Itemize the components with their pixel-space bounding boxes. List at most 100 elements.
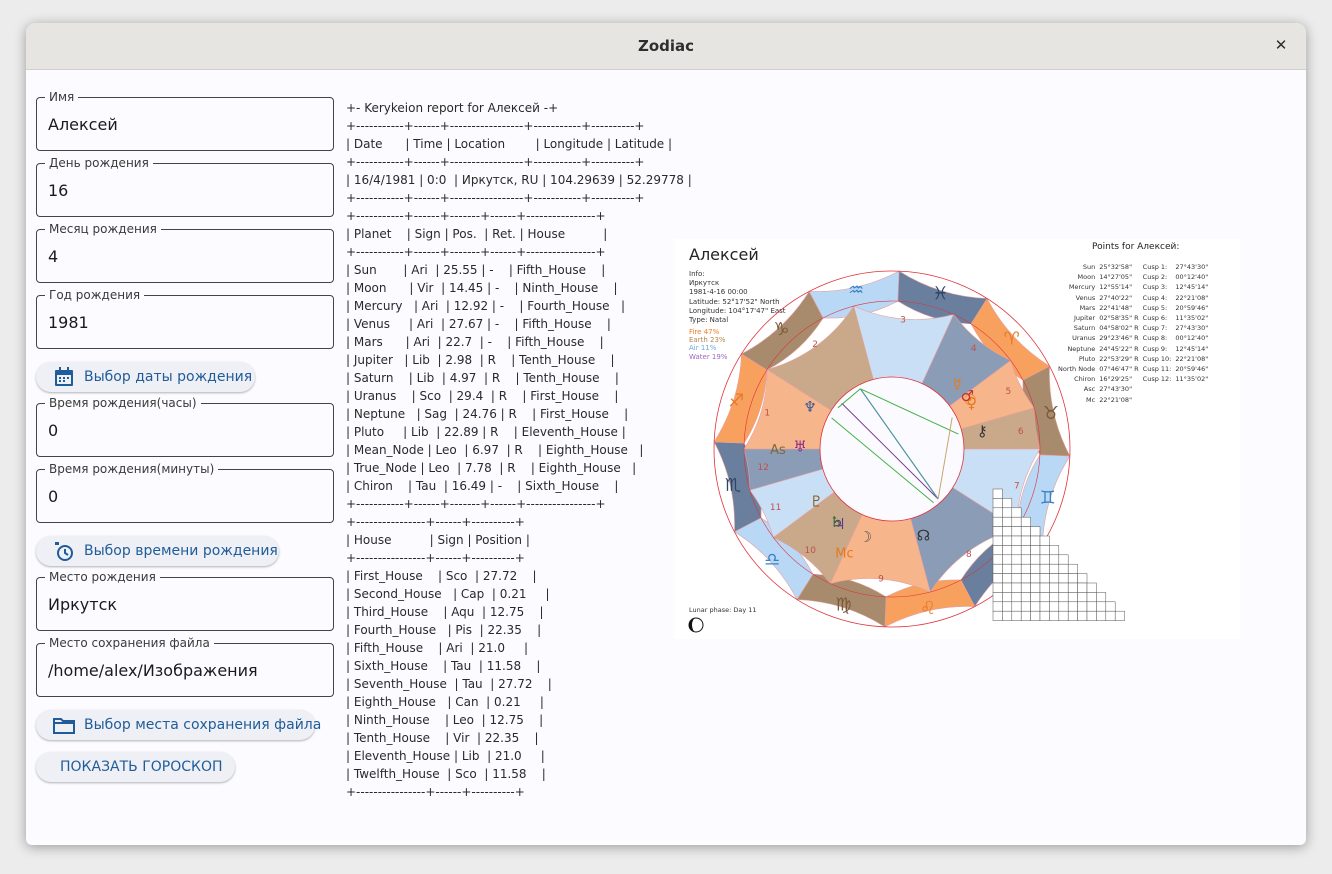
report-line: | Jupiter | Lib | 2.98 | R | Tenth_House… xyxy=(346,353,615,367)
moon-glyph: ☽ xyxy=(859,528,872,546)
house-number: 2 xyxy=(812,340,818,350)
aspect-grid-cell xyxy=(1105,610,1116,621)
aspect-grid-cell xyxy=(1020,610,1031,621)
aspect-grid-cell xyxy=(1020,535,1031,546)
cusp-position xyxy=(1173,384,1210,394)
aspect-grid-cell xyxy=(1039,545,1050,556)
aspect-grid-cell xyxy=(1049,545,1060,556)
aspect-grid-cell xyxy=(992,545,1003,556)
aspect-grid-cell xyxy=(1049,592,1060,603)
report-line: | Moon | Vir | 14.45 | - | Ninth_House | xyxy=(346,281,618,295)
point-position: 22°21'08" xyxy=(1099,395,1133,404)
cusp-name: Cusp 12: xyxy=(1142,375,1172,384)
aspect-grid-cell xyxy=(1039,582,1050,593)
aspect-grid-cell xyxy=(992,516,1003,527)
pick-date-button[interactable]: Выбор даты рождения xyxy=(36,362,255,392)
minutes-field[interactable]: Время рождения(минуты) 0 xyxy=(36,461,334,523)
aspect-grid-cell xyxy=(1020,545,1031,556)
aspect-grid-cell xyxy=(1058,610,1069,621)
aspect-grid-cell xyxy=(1030,554,1041,565)
aspect-grid-cell xyxy=(1030,535,1041,546)
aspect-grid-cell xyxy=(1020,516,1031,527)
cusp-name xyxy=(1141,384,1174,394)
aspect-grid-cell xyxy=(992,526,1003,537)
place-field[interactable]: Место рождения Иркутск xyxy=(36,569,334,631)
aspect-grid-cell xyxy=(1039,601,1050,612)
report-line: | Uranus | Sco | 29.4 | R | First_House … xyxy=(346,389,619,403)
folder-icon xyxy=(53,718,75,734)
point-name: Venus xyxy=(1075,293,1096,302)
aspect-grid-cell xyxy=(992,610,1003,621)
aspect-grid-cell xyxy=(1077,610,1088,621)
aspect-grid-cell xyxy=(1030,573,1041,584)
cusp-name: Cusp 5: xyxy=(1142,303,1168,312)
aspect-grid-cell xyxy=(1086,601,1097,612)
aspect-grid-cell xyxy=(1058,582,1069,593)
aspect-grid-cell xyxy=(1058,592,1069,603)
day-value: 16 xyxy=(48,181,69,200)
point-position: 22°41'48" xyxy=(1099,303,1133,312)
asc-label: As xyxy=(770,443,786,458)
calendar-icon xyxy=(55,367,73,386)
cusp-name: Cusp 9: xyxy=(1142,344,1168,353)
point-name: Moon xyxy=(1077,273,1096,282)
point-name: Pluto xyxy=(1078,354,1096,363)
report-line: | Date | Time | Location | Longitude | L… xyxy=(346,137,673,151)
point-row: Mercury 12°55'14" Cusp 3: 12°45'14" xyxy=(1056,282,1210,292)
aspect-grid-cell xyxy=(1002,573,1013,584)
close-icon[interactable]: ✕ xyxy=(1270,34,1292,56)
point-name: Mercury xyxy=(1068,283,1096,292)
aspect-grid-cell xyxy=(1039,554,1050,565)
name-field[interactable]: Имя Алексей xyxy=(36,89,334,151)
cusp-name: Cusp 11: xyxy=(1142,365,1172,374)
inner-circle xyxy=(819,376,965,522)
report-line: | Mercury | Ari | 12.92 | - | Fourth_Hou… xyxy=(346,299,625,313)
hours-label: Время рождения(часы) xyxy=(45,395,201,411)
pick-folder-button[interactable]: Выбор места сохранения файла xyxy=(36,710,321,740)
report-line: | Eighth_House | Can | 0.21 | xyxy=(346,695,544,709)
title-bar: Zodiac ✕ xyxy=(26,23,1306,70)
aspect-grid-cell xyxy=(992,488,1003,499)
point-position: 22°53'29" R xyxy=(1099,354,1139,363)
aspect-grid-cell xyxy=(1049,610,1060,621)
save-path-field[interactable]: Место сохранения файла /home/alex/Изобра… xyxy=(36,635,334,697)
aspect-grid-cell xyxy=(1002,563,1013,574)
point-position: 27°43'30" xyxy=(1099,385,1133,394)
aspect-grid-cell xyxy=(1077,573,1088,584)
neptune-glyph: ♆ xyxy=(803,398,816,416)
month-field[interactable]: Месяц рождения 4 xyxy=(36,221,334,283)
report-line: +-----------+------+-------+------+-----… xyxy=(346,497,606,511)
aspect-grid-cell xyxy=(1086,610,1097,621)
aspect-grid-cell xyxy=(1086,592,1097,603)
zodiac-sign-glyph: ♈ xyxy=(1004,328,1020,349)
report-line: | Fourth_House | Pis | 22.35 | xyxy=(346,623,542,637)
point-name: North Node xyxy=(1058,365,1096,374)
report-line: | Fifth_House | Ari | 21.0 | xyxy=(346,641,529,655)
report-line: | Sun | Ari | 25.55 | - | Fifth_House | xyxy=(346,263,606,277)
point-row: Moon 14°27'05" Cusp 2: 00°12'40" xyxy=(1056,272,1210,282)
day-field[interactable]: День рождения 16 xyxy=(36,155,334,217)
report-line: +- Kerykeion report for Алексей -+ xyxy=(346,101,559,115)
point-position: 16°29'25" xyxy=(1099,375,1133,384)
cusp-name: Cusp 10: xyxy=(1142,354,1172,363)
window-title: Zodiac xyxy=(637,37,695,55)
report-line: | Eleventh_House | Lib | 21.0 | xyxy=(346,749,545,763)
aspect-grid-cell xyxy=(1011,582,1022,593)
name-label: Имя xyxy=(45,89,79,105)
year-field[interactable]: Год рождения 1981 xyxy=(36,287,334,349)
hours-field[interactable]: Время рождения(часы) 0 xyxy=(36,395,334,457)
aspect-grid-cell xyxy=(1020,582,1031,593)
pick-time-button[interactable]: Выбор времени рождения xyxy=(36,536,279,566)
house-number: 5 xyxy=(1006,387,1012,397)
day-label: День рождения xyxy=(45,155,153,171)
aspect-grid xyxy=(992,488,1125,621)
cusp-position: 11°35'02" xyxy=(1175,314,1209,323)
point-position: 07°46'47" R xyxy=(1099,365,1139,374)
point-row: Jupiter 02°58'35" R Cusp 6: 11°35'02" xyxy=(1056,313,1210,323)
pluto-glyph: ♇ xyxy=(810,493,823,511)
report-line: | Pluto | Lib | 22.89 | R | Eleventh_Hou… xyxy=(346,425,626,439)
zodiac-sign-glyph: ♓ xyxy=(932,283,948,304)
report-line: | Planet | Sign | Pos. | Ret. | House | xyxy=(346,227,608,241)
aspect-grid-cell xyxy=(1039,610,1050,621)
show-horoscope-button[interactable]: ПОКАЗАТЬ ГОРОСКОП xyxy=(36,752,235,782)
